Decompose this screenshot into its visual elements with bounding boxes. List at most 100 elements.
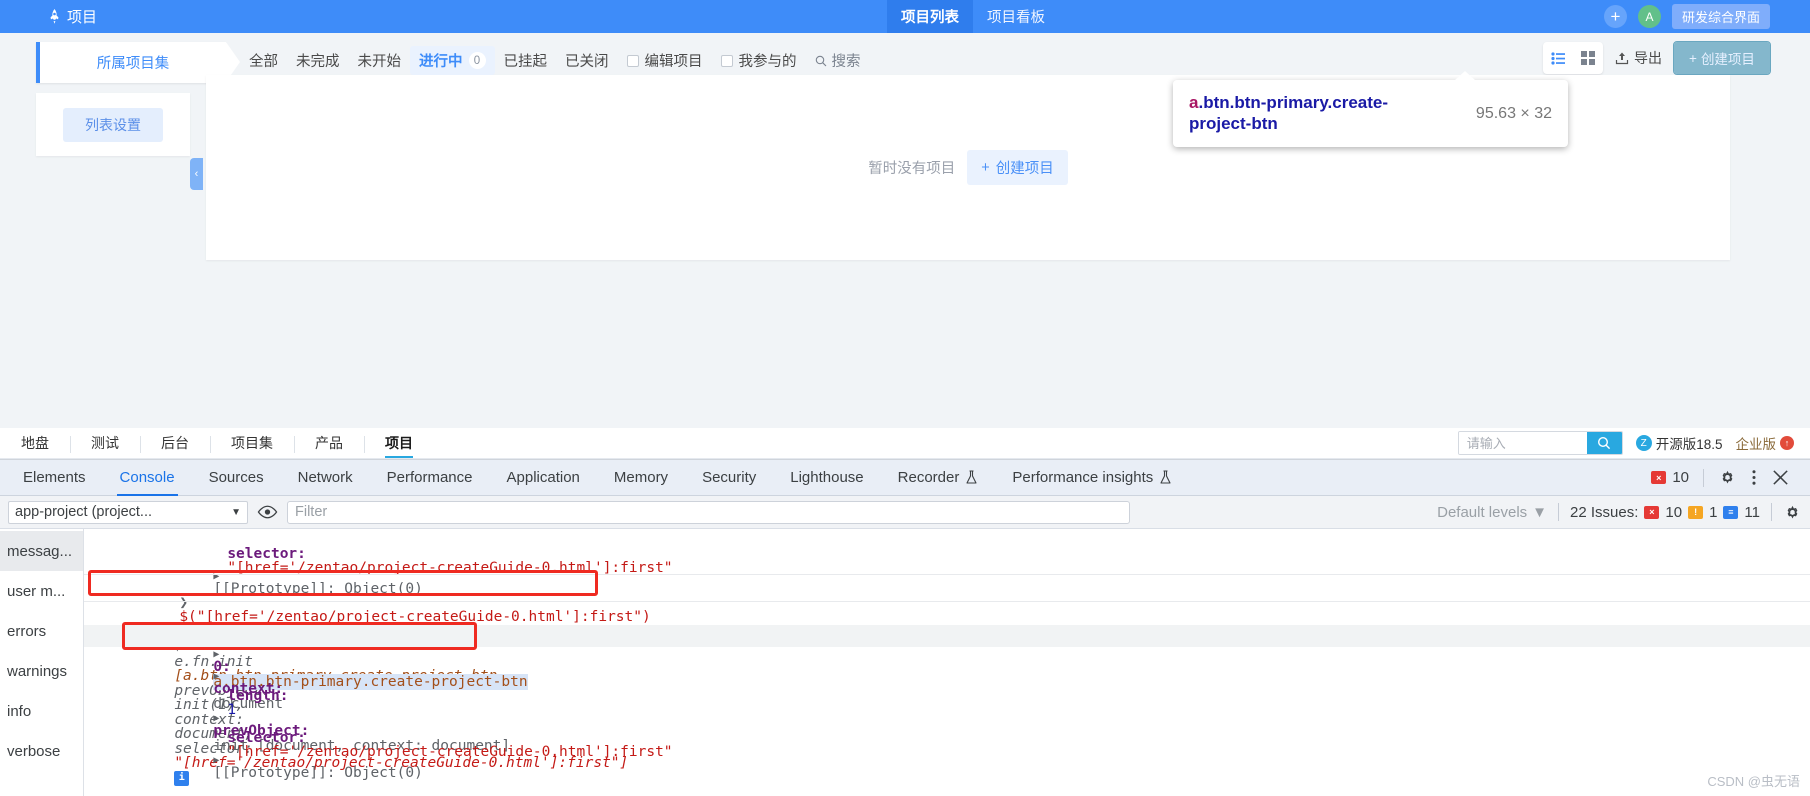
error-count-indicator[interactable]: × 10 (1651, 469, 1689, 486)
header-tab-label: 项目看板 (987, 10, 1046, 26)
list-settings-button[interactable]: 列表设置 (63, 107, 163, 142)
devtools-panel: Elements Console Sources Network Perform… (0, 459, 1810, 796)
create-project-button[interactable]: + 创建项目 (1673, 41, 1771, 75)
close-icon[interactable] (1771, 468, 1790, 487)
tab-performance-insights[interactable]: Performance insights (995, 460, 1189, 496)
checkbox-icon[interactable] (720, 54, 733, 67)
checkbox-icon[interactable] (626, 54, 639, 67)
console-context-label: app-project (project... (15, 504, 153, 520)
tab-security[interactable]: Security (685, 460, 773, 496)
gear-icon[interactable] (1718, 468, 1737, 487)
tab-network[interactable]: Network (281, 460, 370, 496)
inspector-classes: .btn.btn-primary.create-project-btn (1189, 92, 1389, 133)
upgrade-arrow-icon: ↑ (1780, 436, 1794, 450)
info-icon: ≡ (1723, 505, 1739, 519)
tab-console[interactable]: Console (103, 460, 192, 496)
filter-unfinished[interactable]: 未完成 (287, 46, 349, 75)
console-sidebar-item-user-messages[interactable]: user m... (0, 571, 83, 611)
global-search (1457, 431, 1623, 455)
global-search-button[interactable] (1586, 432, 1622, 454)
empty-state-text: 暂时没有项目 (868, 161, 956, 177)
zentao-logo-icon: Z (1635, 435, 1652, 451)
app-header: 项目 项目列表 项目看板 + A 研发综合界面 (0, 0, 1810, 33)
issues-warning-count: 1 (1709, 503, 1718, 521)
view-toggle-group (1543, 42, 1603, 74)
console-body: messag... user m... errors warnings info… (0, 529, 1810, 796)
error-icon: × (1644, 505, 1660, 519)
add-icon[interactable]: + (1603, 5, 1627, 28)
app-brand: 项目 (48, 6, 97, 27)
issues-summary[interactable]: 22 Issues: × 10 ! 1 ≡ 11 (1570, 504, 1760, 521)
log-line-prototype-2[interactable]: ▶ [[Prototype]]: Object(0) (126, 737, 423, 795)
error-count-label: 10 (1672, 469, 1689, 486)
header-tabs: 项目列表 项目看板 (887, 0, 1059, 33)
export-button[interactable]: 导出 (1615, 48, 1662, 68)
app-brand-label: 项目 (67, 9, 98, 26)
console-sidebar-item-warnings[interactable]: warnings (0, 651, 83, 691)
eye-icon[interactable] (257, 505, 278, 519)
log-divider (84, 601, 1810, 602)
annotation-box-result (122, 622, 477, 650)
search-icon (815, 55, 826, 66)
search-trigger[interactable]: 搜索 (806, 46, 870, 75)
export-label: 导出 (1634, 50, 1662, 66)
console-log-output[interactable]: selector: "[href='/zentao/project-create… (84, 529, 1810, 796)
header-tab-project-list[interactable]: 项目列表 (887, 0, 974, 33)
header-right-actions: + A 研发综合界面 (1603, 4, 1810, 29)
console-context-selector[interactable]: app-project (project... ▼ (8, 500, 248, 524)
console-levels-dropdown[interactable]: Default levels ▼ (1437, 504, 1547, 521)
expand-triangle-icon[interactable]: ▶ (213, 755, 219, 766)
issues-error-count: 10 (1665, 503, 1683, 521)
console-toolbar: app-project (project... ▼ Filter Default… (0, 496, 1810, 529)
divider (1703, 468, 1704, 487)
subnav-item-test[interactable]: 测试 (70, 433, 140, 453)
gear-icon[interactable] (1783, 503, 1802, 522)
plus-icon: + (981, 159, 990, 176)
filter-count-badge: 0 (468, 52, 486, 69)
plus-icon: + (1689, 50, 1697, 66)
tab-elements[interactable]: Elements (6, 460, 103, 496)
list-view-icon[interactable] (1543, 42, 1573, 74)
subnav-item-dipan[interactable]: 地盘 (0, 433, 70, 453)
devtools-tabbar-right: × 10 (1651, 468, 1804, 487)
sidebar-collapse-handle[interactable]: ‹ (190, 158, 203, 190)
console-sidebar-item-info[interactable]: info (0, 691, 83, 731)
header-tab-project-board[interactable]: 项目看板 (973, 0, 1059, 33)
grid-view-icon[interactable] (1573, 42, 1603, 74)
filter-closed[interactable]: 已关闭 (556, 46, 618, 75)
filter-all[interactable]: 全部 (240, 46, 287, 75)
console-filter-input[interactable]: Filter (287, 500, 1130, 524)
enterprise-upgrade-link[interactable]: 企业版 ↑ (1736, 433, 1794, 453)
ui-mode-chip[interactable]: 研发综合界面 (1671, 4, 1770, 29)
empty-create-project-button[interactable]: + 创建项目 (967, 150, 1068, 185)
tab-lighthouse[interactable]: Lighthouse (773, 460, 880, 496)
subnav-item-backstage[interactable]: 后台 (140, 433, 210, 453)
filter-in-progress[interactable]: 进行中 0 (410, 46, 495, 75)
checkbox-edit-project[interactable]: 编辑项目 (618, 46, 712, 75)
tab-sources[interactable]: Sources (192, 460, 281, 496)
filter-suspended[interactable]: 已挂起 (495, 46, 557, 75)
tab-performance[interactable]: Performance (370, 460, 490, 496)
tab-recorder[interactable]: Recorder (881, 460, 996, 496)
empty-create-project-label: 创建项目 (995, 161, 1054, 177)
devtools-tabbar: Elements Console Sources Network Perform… (0, 460, 1810, 496)
avatar[interactable]: A (1637, 5, 1661, 28)
export-icon (1615, 52, 1629, 65)
console-sidebar-item-errors[interactable]: errors (0, 611, 83, 651)
subnav-item-project[interactable]: 项目 (364, 433, 434, 458)
console-sidebar-item-messages[interactable]: messag... (0, 531, 83, 571)
inspector-tooltip: a.btn.btn-primary.create-project-btn 95.… (1173, 71, 1568, 147)
subnav-item-project-set[interactable]: 项目集 (210, 433, 294, 453)
tab-application[interactable]: Application (490, 460, 597, 496)
checkbox-my-participation[interactable]: 我参与的 (712, 46, 806, 75)
scope-tab-project-set[interactable]: 所属项目集 (36, 42, 240, 83)
filter-not-started[interactable]: 未开始 (349, 46, 411, 75)
inspector-selector: a.btn.btn-primary.create-project-btn (1189, 93, 1439, 135)
kebab-menu-icon[interactable] (1751, 468, 1757, 487)
console-sidebar-item-verbose[interactable]: verbose (0, 731, 83, 771)
subnav-item-product[interactable]: 产品 (294, 433, 364, 453)
header-tab-label: 项目列表 (901, 10, 960, 26)
active-underline (385, 456, 413, 458)
tab-memory[interactable]: Memory (597, 460, 685, 496)
global-search-input[interactable] (1458, 432, 1587, 454)
